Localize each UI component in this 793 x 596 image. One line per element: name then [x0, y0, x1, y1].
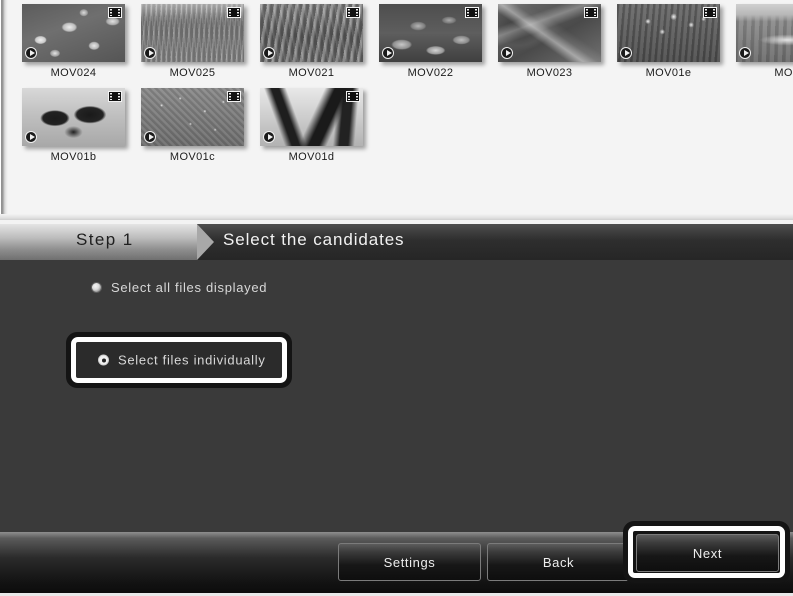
radio-option-select-individually[interactable]: Select files individually — [98, 353, 266, 368]
play-icon[interactable] — [144, 47, 156, 59]
thumbnail-item-mov023[interactable]: MOV023 — [498, 4, 617, 88]
thumbnail-label: MOV01d — [288, 151, 335, 163]
film-strip-icon — [227, 7, 241, 18]
thumbnail-label: MOV022 — [407, 67, 454, 79]
thumbnail-item-mov021[interactable]: MOV021 — [260, 4, 379, 88]
film-strip-icon — [227, 91, 241, 102]
film-strip-icon — [346, 7, 360, 18]
thumbnail-browser[interactable]: MOV024 MOV025 MOV021 MOV022 MOV023 MOV01… — [0, 0, 793, 220]
options-panel — [0, 260, 793, 532]
play-icon[interactable] — [263, 131, 275, 143]
thumbnail-frame[interactable] — [141, 4, 244, 62]
thumbnail-item-mov01c[interactable]: MOV01c — [141, 88, 260, 172]
settings-button[interactable]: Settings — [338, 543, 481, 581]
play-icon[interactable] — [739, 47, 751, 59]
thumbnail-label: MOV01b — [50, 151, 97, 163]
film-strip-icon — [346, 91, 360, 102]
thumbnail-item-partial[interactable]: MOV — [736, 4, 793, 88]
thumbnail-frame[interactable] — [22, 88, 125, 146]
page-title: Select the candidates — [223, 230, 405, 249]
thumbnail-frame[interactable] — [498, 4, 601, 62]
back-button[interactable]: Back — [487, 543, 630, 581]
step-badge-label: Step 1 — [76, 230, 134, 249]
thumbnail-frame[interactable] — [22, 4, 125, 62]
thumbnail-item-mov024[interactable]: MOV024 — [22, 4, 141, 88]
thumbnail-item-mov025[interactable]: MOV025 — [141, 4, 260, 88]
focus-ring-inner: Next — [628, 526, 785, 578]
thumbnail-frame[interactable] — [617, 4, 720, 62]
thumbnail-row: MOV01b MOV01c MOV01d — [22, 88, 793, 172]
thumbnail-item-mov01e[interactable]: MOV01e — [617, 4, 736, 88]
next-button[interactable]: Next — [636, 534, 779, 572]
radio-option-label: Select files individually — [118, 352, 266, 368]
play-icon[interactable] — [501, 47, 513, 59]
thumbnail-label: MOV021 — [288, 67, 335, 79]
film-strip-icon — [703, 7, 717, 18]
radio-selected-icon[interactable] — [98, 354, 109, 366]
focus-ring-inner: Select files individually — [71, 337, 287, 383]
thumbnail-grid: MOV024 MOV025 MOV021 MOV022 MOV023 MOV01… — [22, 4, 793, 172]
step-header-bar: Step 1 Select the candidates — [0, 224, 793, 260]
film-strip-icon — [584, 7, 598, 18]
thumbnail-label: MOV — [774, 67, 793, 79]
radio-unselected-icon[interactable] — [91, 282, 102, 293]
focus-ring-next: Next — [623, 521, 790, 583]
focus-ring-select-individually: Select files individually — [66, 332, 292, 388]
film-strip-icon — [465, 7, 479, 18]
thumbnail-label: MOV024 — [50, 67, 97, 79]
thumbnail-item-mov022[interactable]: MOV022 — [379, 4, 498, 88]
thumbnail-frame[interactable] — [379, 4, 482, 62]
radio-option-label: Select all files displayed — [111, 280, 268, 295]
play-icon[interactable] — [263, 47, 275, 59]
radio-option-select-all[interactable]: Select all files displayed — [91, 280, 267, 295]
thumbnail-row: MOV024 MOV025 MOV021 MOV022 MOV023 MOV01… — [22, 4, 793, 88]
thumbnail-frame[interactable] — [260, 4, 363, 62]
thumbnail-item-mov01d[interactable]: MOV01d — [260, 88, 379, 172]
app-window: MOV024 MOV025 MOV021 MOV022 MOV023 MOV01… — [0, 0, 793, 596]
thumbnail-item-mov01b[interactable]: MOV01b — [22, 88, 141, 172]
play-icon[interactable] — [25, 131, 37, 143]
thumbnail-label: MOV01e — [645, 67, 692, 79]
thumbnail-frame[interactable] — [141, 88, 244, 146]
film-strip-icon — [108, 91, 122, 102]
browser-bottom-border — [0, 214, 793, 220]
play-icon[interactable] — [382, 47, 394, 59]
browser-left-border — [0, 0, 8, 220]
thumbnail-frame[interactable] — [260, 88, 363, 146]
play-icon[interactable] — [25, 47, 37, 59]
play-icon[interactable] — [144, 131, 156, 143]
thumbnail-label: MOV01c — [169, 151, 216, 163]
thumbnail-label: MOV025 — [169, 67, 216, 79]
thumbnail-label: MOV023 — [526, 67, 573, 79]
film-strip-icon — [108, 7, 122, 18]
step-badge-arrow-icon — [197, 224, 214, 260]
thumbnail-frame[interactable] — [736, 4, 793, 62]
play-icon[interactable] — [620, 47, 632, 59]
